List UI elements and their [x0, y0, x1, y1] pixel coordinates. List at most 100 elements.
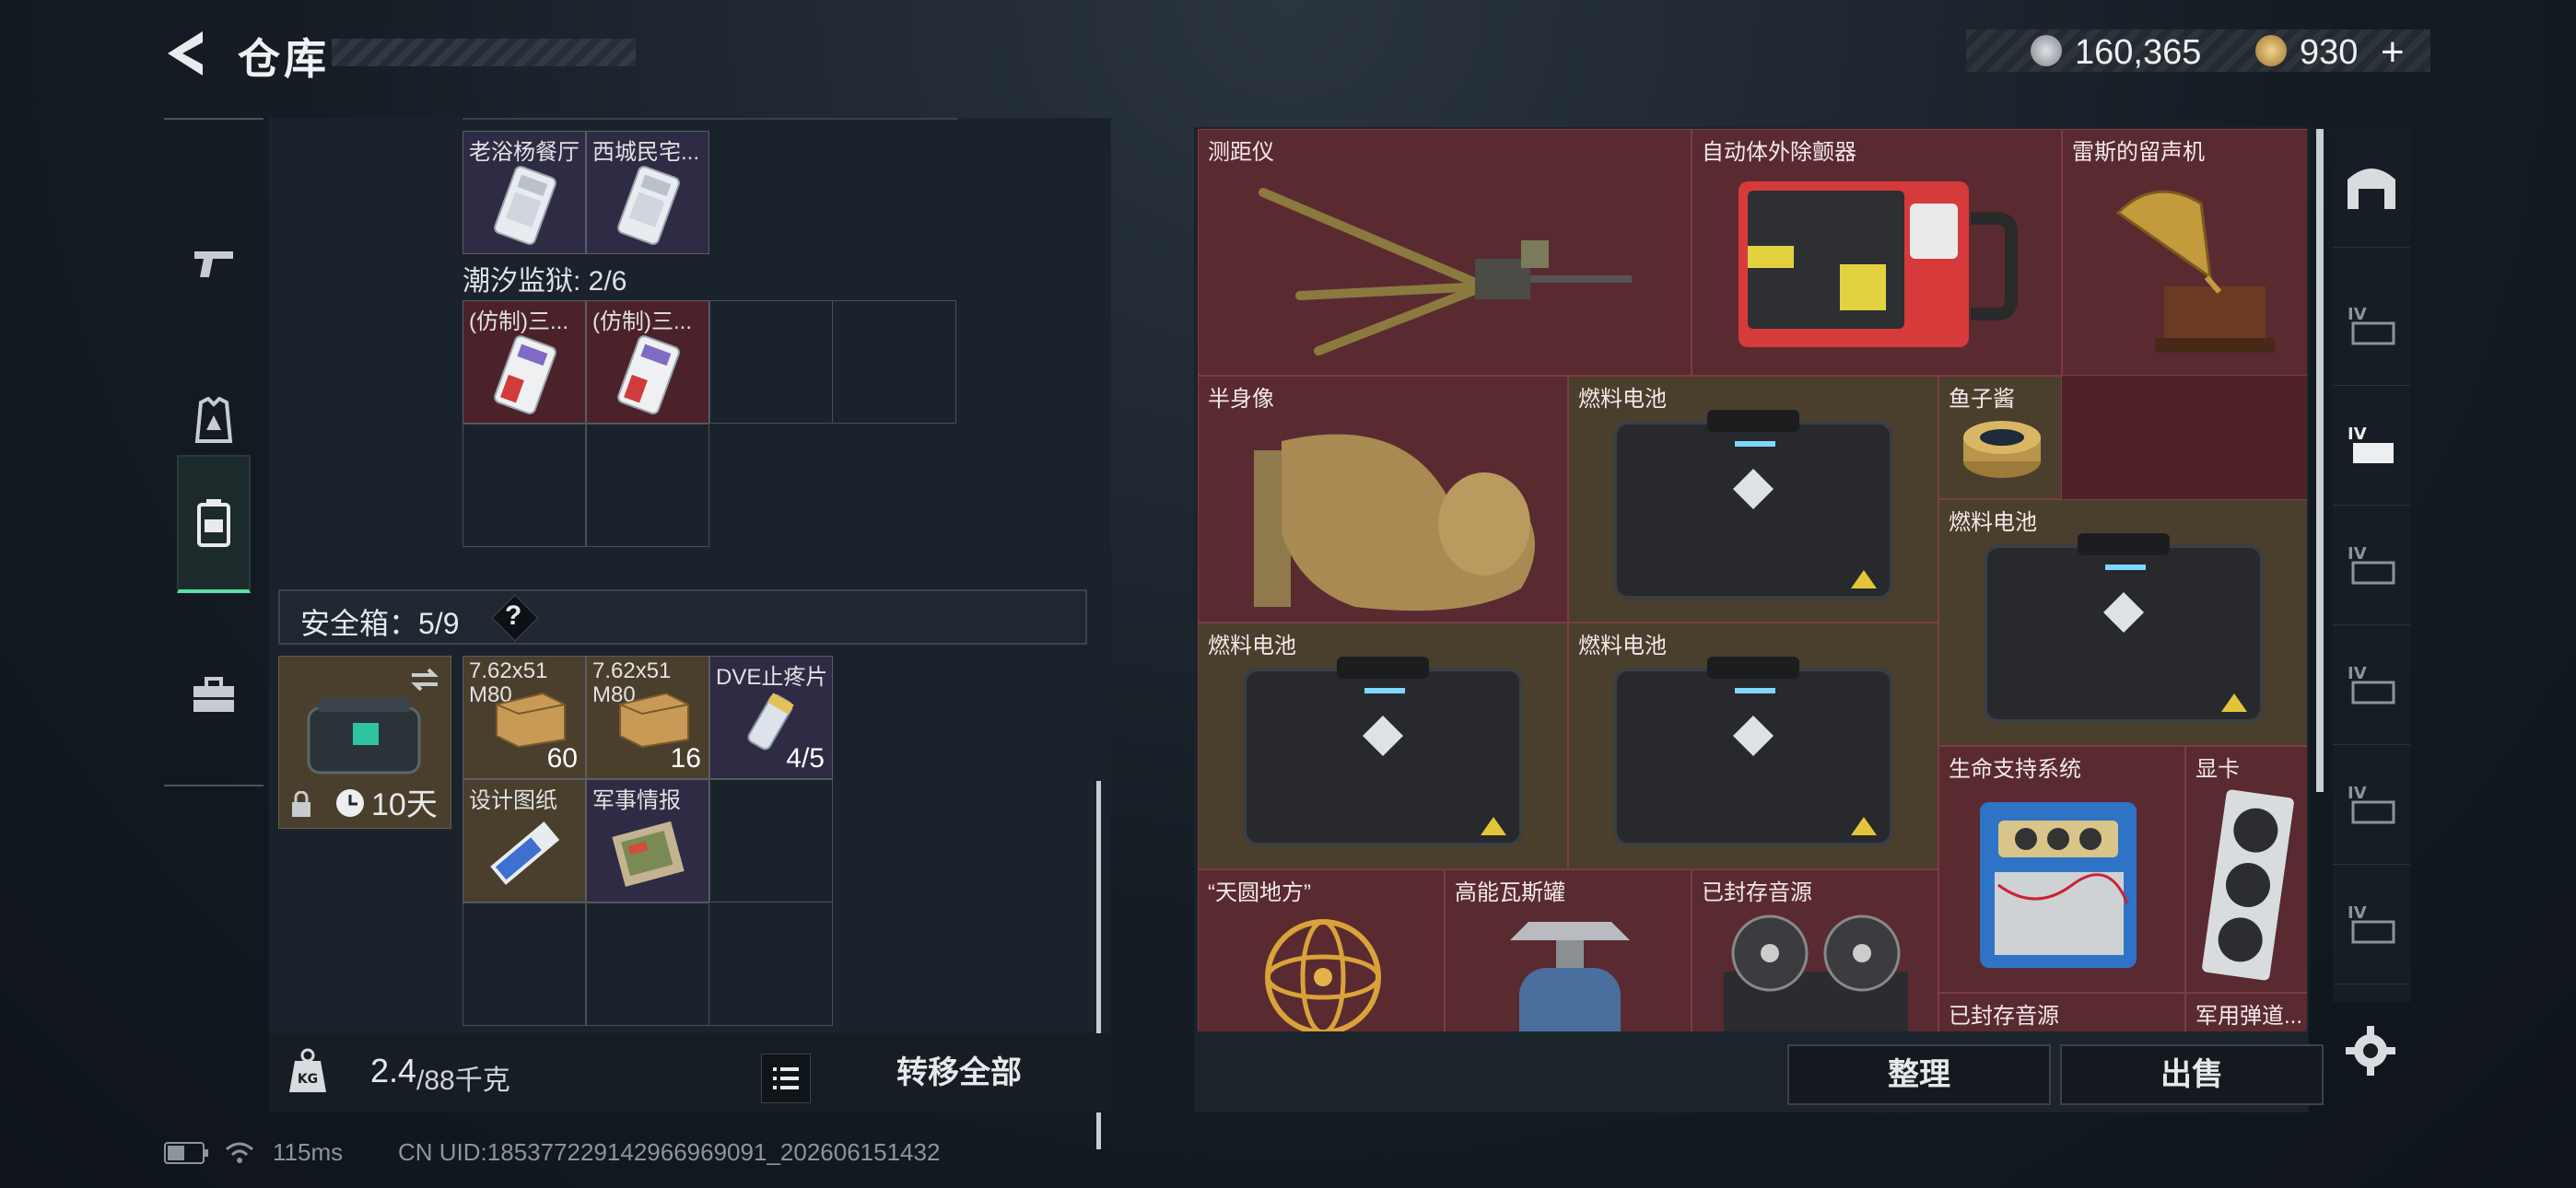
backpack-icon [197, 499, 230, 547]
storage-page-tab[interactable]: IV [2333, 624, 2410, 745]
title-decoration [332, 39, 636, 66]
inventory-item[interactable]: (仿制)三... [586, 300, 709, 424]
storage-item[interactable]: 显卡 [2185, 746, 2307, 993]
safe-box-timer: 10天 [371, 787, 438, 822]
storage-scrollbar[interactable] [2316, 129, 2324, 792]
safe-box-container[interactable]: 10天 [278, 656, 451, 829]
list-view-button[interactable] [761, 1054, 811, 1103]
grid-cell[interactable] [463, 903, 586, 1026]
safe-box-header: 安全箱：5/9 ? [278, 589, 1087, 645]
uid-text: CN UID:18537722914296696909​1_2026061514… [398, 1138, 941, 1166]
keycard-icon [494, 166, 556, 245]
storage-item[interactable]: 已封存音源 [1692, 869, 1938, 1031]
storage-page-tab-active[interactable]: IV [2333, 385, 2410, 506]
grid-cell[interactable] [586, 903, 709, 1026]
intel-documents-icon [612, 821, 685, 887]
inventory-item[interactable]: 设计图纸 [463, 779, 586, 903]
backpack-tab[interactable] [177, 455, 251, 593]
storage-level-icon: IV [2348, 425, 2394, 463]
grid-cell[interactable] [709, 779, 833, 903]
storage-item[interactable]: 燃料电池 [1568, 376, 1938, 623]
storage-home-tab[interactable] [2333, 127, 2410, 248]
storage-item[interactable]: 燃料电池 [1198, 623, 1568, 869]
storage-item[interactable]: 军用弹道... [2185, 993, 2307, 1031]
storage-grid: 测距仪 自动体外除颤器 雷斯的留声机 半身像 燃料电池 鱼子酱 燃料电池 燃料电… [1198, 129, 2307, 1031]
storage-item[interactable]: 测距仪 [1198, 129, 1692, 376]
ammo-box-icon [619, 692, 689, 749]
back-button[interactable] [162, 28, 208, 79]
gold-amount: 930 [2300, 33, 2359, 72]
silver-coin-icon [2031, 35, 2062, 66]
storage-page-tab[interactable]: IV [2333, 744, 2410, 865]
storage-level-icon: IV [2348, 544, 2395, 585]
graphics-card-icon [2202, 789, 2294, 981]
storage-page-tab[interactable]: IV [2333, 505, 2410, 625]
inventory-item[interactable]: 老浴杨餐厅 [463, 131, 586, 254]
gramophone-icon [2115, 190, 2275, 353]
storage-item[interactable]: 半身像 [1198, 376, 1568, 623]
swap-icon[interactable] [408, 666, 441, 693]
list-icon [773, 1067, 799, 1089]
category-rail [164, 118, 263, 786]
storage-item[interactable]: 高能瓦斯罐 [1445, 869, 1692, 1031]
storage-item[interactable]: 燃料电池 [1568, 623, 1938, 869]
clock-icon [336, 789, 364, 817]
svg-text:IV: IV [2348, 664, 2367, 683]
wifi-icon [225, 1140, 254, 1169]
storage-item[interactable]: 雷斯的留声机 [2062, 129, 2307, 376]
reel-recorder-icon [1724, 914, 1908, 1031]
pistol-icon [194, 251, 233, 277]
warehouse-icon [2348, 169, 2395, 209]
vest-icon [194, 397, 233, 443]
fuel-cell-icon [1984, 533, 2264, 723]
weapon-tab[interactable] [177, 193, 251, 332]
storage-item[interactable]: 燃料电池 [1938, 499, 2307, 746]
safe-box-label: 安全箱：5/9 [300, 607, 460, 640]
blueprint-icon [490, 821, 560, 885]
transfer-all-button[interactable]: 转移全部 [809, 1042, 1109, 1103]
storage-item[interactable]: “天圆地方” [1198, 869, 1445, 1031]
grid-cell[interactable] [586, 424, 709, 547]
fuel-cell-icon [1613, 410, 1893, 600]
keycard-icon [617, 166, 680, 245]
bust-statue-icon [1254, 434, 1535, 611]
inventory-item[interactable]: 军事情报 [586, 779, 709, 903]
storage-item[interactable]: 已封存音源 [1938, 993, 2185, 1031]
gear-icon [2346, 1026, 2395, 1076]
page-title: 仓库 [238, 35, 330, 83]
settings-button[interactable] [2344, 1024, 2397, 1077]
svg-text:KG: KG [298, 1072, 318, 1087]
svg-text:IV: IV [2348, 784, 2367, 803]
gold-coin-icon [2255, 35, 2287, 66]
fuel-cell-icon [1613, 657, 1893, 846]
grid-cell [709, 300, 833, 424]
inventory-item[interactable]: DVE止疼片 4/5 [709, 656, 833, 779]
sort-button[interactable]: 整理 [1787, 1044, 2051, 1105]
storage-item[interactable]: 鱼子酱 [1938, 376, 2062, 499]
safe-box-icon [307, 697, 421, 775]
case-tab[interactable] [177, 626, 251, 764]
keycard-icon [494, 335, 556, 414]
caviar-tin-icon [1963, 421, 2041, 478]
rangefinder-icon [1259, 188, 1632, 355]
storage-page-tab[interactable]: IV [2333, 265, 2410, 386]
battery-icon [164, 1142, 210, 1169]
inventory-item[interactable]: 7.62x51 M80 60 [463, 656, 586, 779]
add-gold-button[interactable]: + [2381, 29, 2405, 76]
sell-button[interactable]: 出售 [2060, 1044, 2324, 1105]
inventory-item[interactable]: 西城民宅... [586, 131, 709, 254]
grid-cell[interactable] [463, 424, 586, 547]
briefcase-icon [193, 677, 234, 712]
storage-level-icon: IV [2348, 903, 2395, 944]
section-label: 潮汐监狱: 2/6 [463, 266, 627, 297]
armillary-sphere-icon [1265, 919, 1381, 1031]
keycard-icon [617, 335, 680, 414]
storage-level-icon: IV [2348, 664, 2395, 705]
storage-page-tab[interactable]: IV [2333, 864, 2410, 984]
storage-item[interactable]: 自动体外除颤器 [1692, 129, 2062, 376]
help-button[interactable]: ? [505, 600, 521, 632]
inventory-item[interactable]: 7.62x51 M80 16 [586, 656, 709, 779]
inventory-item[interactable]: (仿制)三... [463, 300, 586, 424]
ammo-box-icon [496, 692, 566, 749]
storage-item[interactable]: 生命支持系统 [1938, 746, 2185, 993]
